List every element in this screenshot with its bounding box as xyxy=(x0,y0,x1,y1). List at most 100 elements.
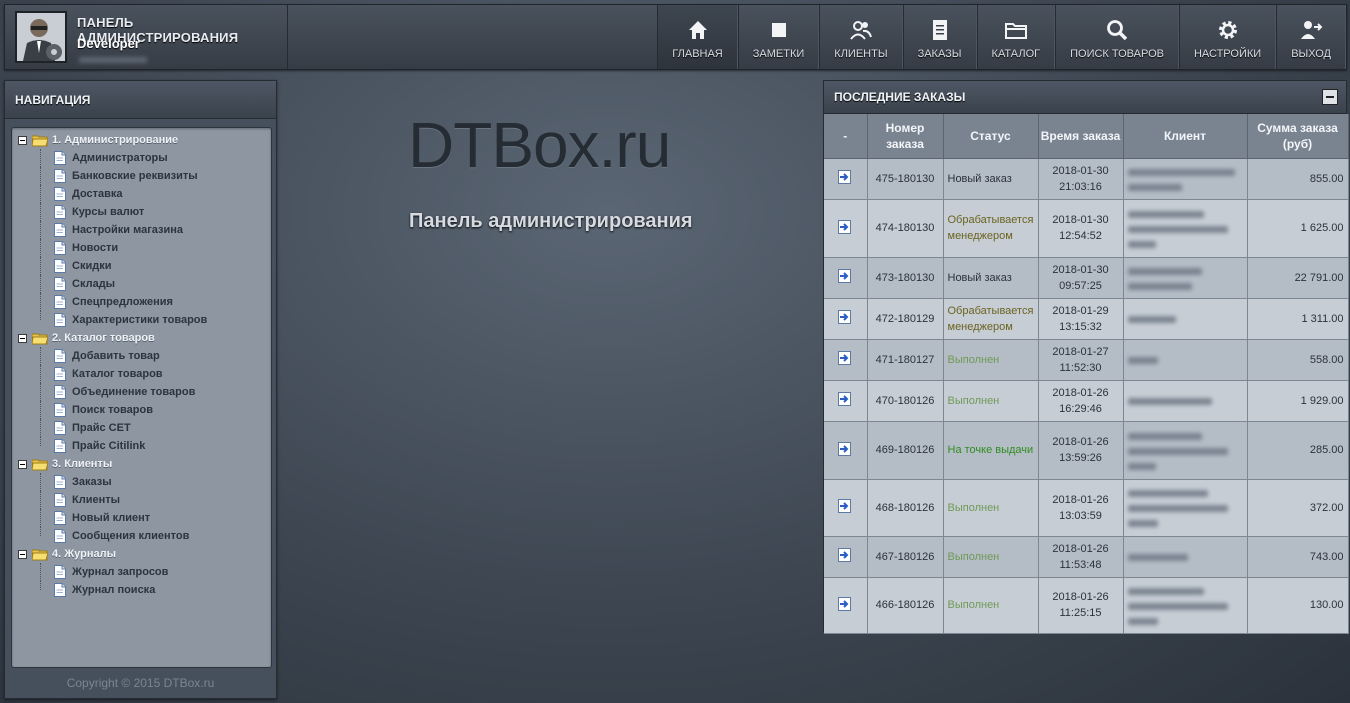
table-row[interactable]: 474-180130 Обрабатывается менеджером 2018-… xyxy=(824,199,1349,258)
tree-item[interactable]: Склады xyxy=(12,275,271,293)
open-order-icon[interactable] xyxy=(837,499,853,517)
open-order-icon[interactable] xyxy=(837,596,853,615)
tree-folder[interactable]: 2. Каталог товаров xyxy=(12,329,271,347)
current-user: Developer xyxy=(77,36,140,51)
open-order-icon[interactable] xyxy=(837,392,853,410)
tree-item[interactable]: Доставка xyxy=(12,185,271,203)
tree-item[interactable]: Поиск товаров xyxy=(12,401,271,419)
tree-item[interactable]: Сообщения клиентов xyxy=(12,527,271,545)
tree-item[interactable]: Новости xyxy=(12,239,271,257)
page-icon xyxy=(54,403,66,417)
column-header[interactable]: Сумма заказа (руб) xyxy=(1247,114,1349,159)
order-date: 2018-01-26 xyxy=(1052,386,1109,399)
home-icon xyxy=(686,18,710,42)
table-row[interactable]: 469-180126 На точке выдачи 2018-01-26 13:59… xyxy=(824,421,1349,480)
tree-item[interactable]: Журнал запросов xyxy=(12,563,271,581)
tree-item-label: Новости xyxy=(72,242,119,254)
order-clock: 12:54:52 xyxy=(1059,230,1102,242)
collapse-toggle-icon[interactable] xyxy=(18,333,27,343)
copyright: Copyright © 2015 DTBox.ru xyxy=(66,676,215,690)
column-header[interactable]: Статус xyxy=(943,114,1039,159)
order-date: 2018-01-30 xyxy=(1052,214,1109,226)
page-icon xyxy=(54,205,66,219)
orders-title: ПОСЛЕДНИЕ ЗАКАЗЫ xyxy=(834,90,966,104)
tree-item[interactable]: Скидки xyxy=(12,257,271,275)
tree-folder[interactable]: 4. Журналы xyxy=(12,545,271,563)
navigation-header: НАВИГАЦИЯ xyxy=(5,81,276,119)
tree-connector xyxy=(40,203,41,221)
table-row[interactable]: 475-180130 Новый заказ 2018-01-30 21:03:16 8… xyxy=(824,158,1349,200)
nav-item-home[interactable]: ГЛАВНАЯ xyxy=(657,5,738,69)
order-number: 475-180130 xyxy=(867,158,944,200)
tree-item[interactable]: Объединение товаров xyxy=(12,383,271,401)
column-header[interactable]: Номер заказа xyxy=(867,114,944,159)
order-client-blurred xyxy=(1123,158,1248,200)
order-clock: 13:03:59 xyxy=(1059,509,1102,522)
order-time: 2018-01-26 11:25:15 xyxy=(1038,577,1124,634)
column-header[interactable]: Время заказа xyxy=(1038,114,1124,159)
table-row[interactable]: 468-180126 Выполнен 2018-01-26 13:03:59 372.… xyxy=(824,479,1349,537)
tree-item-label: Заказы xyxy=(72,476,112,488)
page-icon xyxy=(54,313,66,327)
tree-item[interactable]: Клиенты xyxy=(12,491,271,509)
page-icon xyxy=(54,277,66,291)
tree-item[interactable]: Настройки магазина xyxy=(12,221,271,239)
collapse-toggle-icon[interactable] xyxy=(18,135,27,145)
order-time: 2018-01-29 13:15:32 xyxy=(1038,298,1124,340)
nav-item-label: ЗАМЕТКИ xyxy=(752,48,805,60)
order-time: 2018-01-30 21:03:16 xyxy=(1038,158,1124,200)
nav-item-folder[interactable]: КАТАЛОГ xyxy=(976,5,1056,69)
tree-item[interactable]: Журнал поиска xyxy=(12,581,271,599)
nav-item-logout[interactable]: ВЫХОД xyxy=(1276,5,1346,69)
tree-item[interactable]: Характеристики товаров xyxy=(12,311,271,329)
column-header[interactable]: Клиент xyxy=(1123,114,1248,159)
tree-folder[interactable]: 1. Администрирование xyxy=(12,131,271,149)
tree-item-label: Прайс Citilink xyxy=(72,440,146,452)
tree-connector xyxy=(40,221,41,239)
order-client-blurred xyxy=(1123,257,1248,299)
tree-item[interactable]: Банковские реквизиты xyxy=(12,167,271,185)
nav-item-search[interactable]: ПОИСК ТОВАРОВ xyxy=(1055,5,1179,69)
nav-item-document[interactable]: ЗАКАЗЫ xyxy=(902,5,977,69)
open-order-icon[interactable] xyxy=(837,548,853,566)
order-status: Выполнен xyxy=(943,577,1039,634)
nav-item-note[interactable]: ЗАМЕТКИ xyxy=(737,5,820,69)
tree-folder[interactable]: 3. Клиенты xyxy=(12,455,271,473)
collapse-toggle-icon[interactable] xyxy=(18,549,27,559)
tree-item[interactable]: Добавить товар xyxy=(12,347,271,365)
order-date: 2018-01-30 xyxy=(1052,263,1109,276)
open-order-icon[interactable] xyxy=(837,269,853,287)
open-order-icon[interactable] xyxy=(837,351,853,369)
open-order-icon[interactable] xyxy=(837,441,853,460)
nav-item-users[interactable]: КЛИЕНТЫ xyxy=(819,5,903,69)
tree-item[interactable]: Новый клиент xyxy=(12,509,271,527)
tree-item[interactable]: Каталог товаров xyxy=(12,365,271,383)
order-number: 474-180130 xyxy=(867,199,944,258)
tree-item[interactable]: Прайс CET xyxy=(12,419,271,437)
page-icon xyxy=(54,295,66,309)
collapse-button[interactable] xyxy=(1322,89,1338,105)
tree-item[interactable]: Курсы валют xyxy=(12,203,271,221)
tree-item[interactable]: Заказы xyxy=(12,473,271,491)
nav-item-gear[interactable]: НАСТРОЙКИ xyxy=(1178,5,1277,69)
tree-item[interactable]: Администраторы xyxy=(12,149,271,167)
search-icon xyxy=(1105,18,1129,42)
table-row[interactable]: 471-180127 Выполнен 2018-01-27 11:52:30 558.… xyxy=(824,339,1349,381)
table-row[interactable]: 472-180129 Обрабатывается менеджером 2018-… xyxy=(824,298,1349,340)
tree-item[interactable]: Прайс Citilink xyxy=(12,437,271,455)
page-icon xyxy=(54,565,66,579)
tree-item[interactable]: Спецпредложения xyxy=(12,293,271,311)
table-row[interactable]: 473-180130 Новый заказ 2018-01-30 09:57:25 2… xyxy=(824,257,1349,299)
open-order-icon[interactable] xyxy=(837,170,853,188)
open-order-icon[interactable] xyxy=(837,219,853,238)
order-sum: 1 311.00 xyxy=(1247,298,1349,340)
open-order-icon[interactable] xyxy=(837,310,853,328)
tree-folder-label: 2. Каталог товаров xyxy=(52,332,155,344)
table-row[interactable]: 466-180126 Выполнен 2018-01-26 11:25:15 130.… xyxy=(824,577,1349,634)
column-header[interactable]: - xyxy=(824,114,868,159)
table-row[interactable]: 467-180126 Выполнен 2018-01-26 11:53:48 743.… xyxy=(824,536,1349,578)
collapse-toggle-icon[interactable] xyxy=(18,459,27,469)
navigation-tree: 1. Администрирование Администраторы Банков… xyxy=(11,127,272,668)
tree-connector xyxy=(40,365,41,383)
table-row[interactable]: 470-180126 Выполнен 2018-01-26 16:29:46 1 92… xyxy=(824,380,1349,422)
